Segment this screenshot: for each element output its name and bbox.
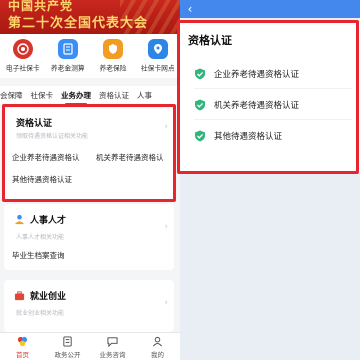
party-congress-banner[interactable]: 中国共产党 第二十次全国代表大会	[0, 0, 180, 34]
briefcase-icon	[14, 291, 25, 301]
top-bar: ‹	[180, 0, 360, 18]
person-icon	[14, 214, 25, 225]
qualification-detail-screen: ‹ 资格认证 企业养老待遇资格认证 机关养老待遇资格认证 其他待遇资格认证	[177, 0, 360, 360]
chevron-right-icon[interactable]: ›	[164, 222, 168, 232]
tab-personnel[interactable]: 人事	[133, 90, 156, 101]
quick-item-pension-calc[interactable]: 养老金测算	[45, 34, 90, 78]
home-icon	[17, 336, 28, 347]
nav-gov-info[interactable]: 政务公开	[45, 333, 90, 360]
nav-consult[interactable]: 业务咨询	[90, 333, 135, 360]
back-arrow-icon[interactable]: ‹	[182, 1, 198, 17]
nav-label: 首页	[16, 351, 29, 359]
calculator-icon	[57, 39, 78, 59]
tab-qualification[interactable]: 资格认证	[95, 90, 133, 101]
quick-item-label: 社保卡网点	[140, 64, 175, 73]
hr-item-graduate-archive[interactable]: 毕业生档案查询	[12, 250, 65, 261]
quick-item-social-card[interactable]: 电子社保卡	[0, 34, 45, 78]
quick-service-row: 电子社保卡 养老金测算 养老保险 社保卡网点	[0, 34, 180, 78]
card-subtitle: 人事人才相关功能	[16, 234, 65, 241]
nav-label: 我的	[151, 351, 164, 359]
quick-item-label: 电子社保卡	[5, 64, 40, 73]
nav-mine[interactable]: 我的	[135, 333, 180, 360]
highlight-box-right	[177, 20, 359, 174]
card-subtitle: 就业创业相关功能	[16, 310, 65, 317]
social-card-icon	[12, 39, 33, 59]
banner-decoration	[120, 0, 180, 34]
quick-item-pension-insurance[interactable]: 养老保险	[90, 34, 135, 78]
highlight-box-left	[2, 104, 176, 202]
user-icon	[153, 336, 162, 347]
app-home-screen: 中国共产党 第二十次全国代表大会 电子社保卡 养老金测算 养老保险 社保卡网点 …	[0, 0, 180, 360]
document-icon	[63, 336, 72, 347]
pension-icon	[102, 39, 123, 59]
card-title: 就业创业	[30, 292, 67, 302]
quick-item-card-outlet[interactable]: 社保卡网点	[135, 34, 180, 78]
bottom-navigation: 首页 政务公开 业务咨询 我的	[0, 332, 180, 360]
chevron-right-icon[interactable]: ›	[164, 298, 168, 308]
category-tabs: 会保障 社保卡 业务办理 资格认证 人事	[0, 86, 180, 104]
tab-social-card[interactable]: 社保卡	[27, 90, 58, 101]
tab-business[interactable]: 业务办理	[57, 90, 95, 104]
tab-social-security[interactable]: 会保障	[0, 90, 27, 101]
nav-home[interactable]: 首页	[0, 333, 45, 360]
nav-label: 业务咨询	[99, 351, 126, 359]
outlet-icon	[147, 39, 168, 59]
card-title: 人事人才	[30, 216, 67, 226]
quick-item-label: 养老保险	[99, 64, 126, 73]
hr-card: 人事人才 人事人才相关功能 › 毕业生档案查询	[4, 204, 174, 270]
chat-icon	[107, 337, 118, 347]
quick-item-label: 养老金测算	[50, 64, 85, 73]
employment-card: 就业创业 就业创业相关功能 ›	[4, 280, 174, 332]
nav-label: 政务公开	[54, 351, 81, 359]
